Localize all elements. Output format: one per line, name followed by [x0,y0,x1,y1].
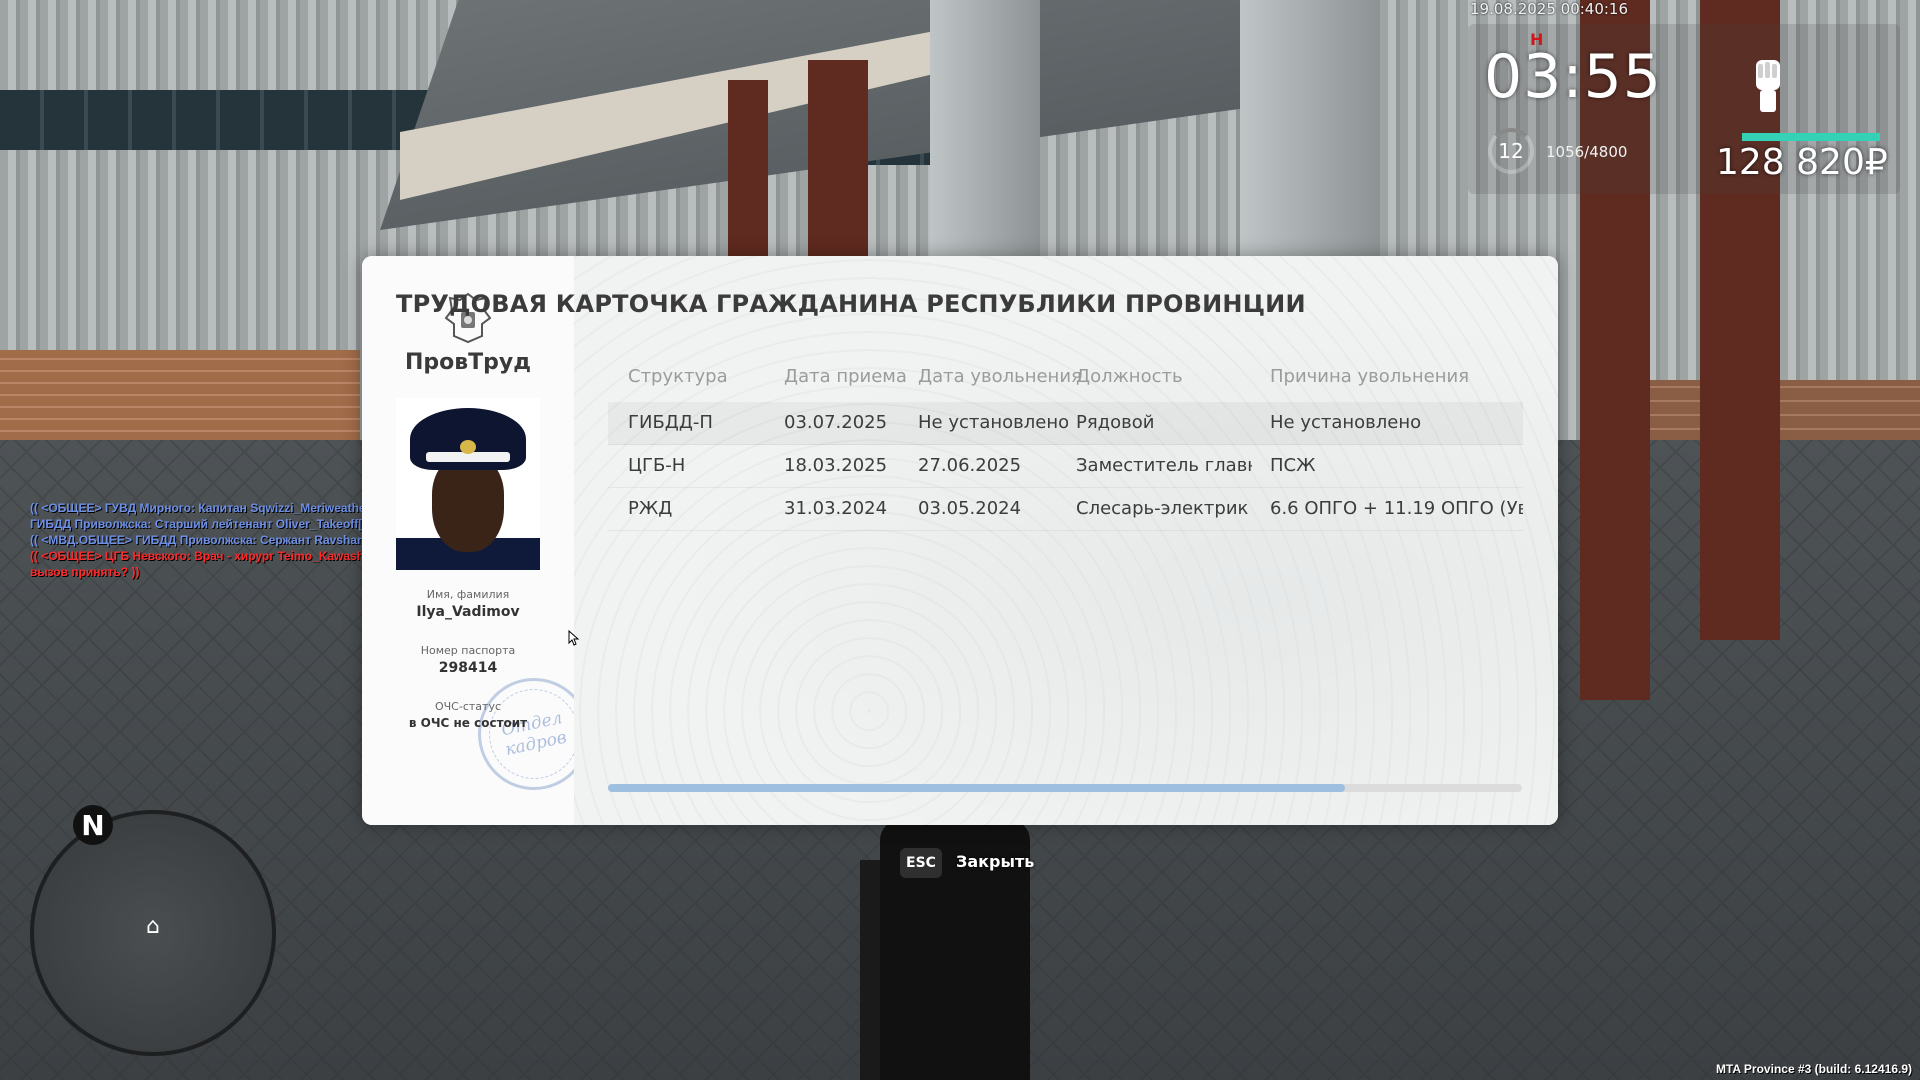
status-label: ОЧС-статус [434,700,501,713]
pillar [1240,0,1380,260]
cell-structure: ГИБДД-П [628,412,713,433]
employment-table: Структура Дата приема Дата увольнения До… [608,360,1523,531]
column-header: Структура [628,366,728,387]
cell-reason: 6.6 ОПГО + 11.19 ОПГО (Ув [1270,498,1523,519]
radar-north-indicator: N [73,805,113,845]
cell-dismiss-date: 27.06.2025 [918,455,1022,476]
table-header: Структура Дата приема Дата увольнения До… [608,360,1523,402]
level-value: 12 [1498,139,1524,163]
hud-money: 128 820₽ [1716,142,1888,183]
name-label: Имя, фамилия [426,588,510,601]
pillar [728,80,768,260]
cell-position: Слесарь-электрик [1076,498,1249,519]
cell-dismiss-date: Не установлено [918,412,1068,433]
column-header: Должность [1076,366,1183,387]
build-info: MTA Province #3 (build: 6.12416.9) [1715,1062,1912,1076]
citizen-photo [396,398,540,570]
table-row[interactable]: РЖД 31.03.2024 03.05.2024 Слесарь-электр… [608,488,1523,531]
cell-reason: Не установлено [1270,412,1422,433]
status-value: в ОЧС не состоит [408,716,528,730]
card-sidebar: ПровТруд Имя, фамилия Ilya_Vadimov Номер… [362,256,601,825]
player-arrow-icon: ⌂ [146,914,160,939]
org-name: ПровТруд [404,350,532,375]
cell-dismiss-date: 03.05.2024 [918,498,1022,519]
horizontal-scrollbar[interactable] [608,784,1522,792]
esc-key-badge[interactable]: ESC [900,848,942,878]
xp-counter: 1056/4800 [1546,143,1628,161]
cell-structure: РЖД [628,498,673,519]
fist-icon [1756,60,1780,112]
cell-hire-date: 03.07.2025 [784,412,888,433]
photo-cap-badge [460,440,476,454]
table-row[interactable]: ГИБДД-П 03.07.2025 Не установлено Рядово… [608,402,1523,445]
column-header: Дата увольнения [918,366,1082,387]
passport-label: Номер паспорта [420,644,516,657]
cell-reason: ПСЖ [1270,455,1316,476]
name-value: Ilya_Vadimov [416,604,520,620]
card-content [574,256,1558,825]
card-title: ТРУДОВАЯ КАРТОЧКА ГРАЖДАНИНА РЕСПУБЛИКИ … [396,290,1306,318]
scrollbar-thumb[interactable] [608,784,1345,792]
health-bar [1742,133,1880,141]
cell-structure: ЦГБ-Н [628,455,686,476]
hud-datetime: 19.08.2025 00:40:16 [1470,0,1629,18]
cell-position: Рядовой [1076,412,1155,433]
level-ring: 12 [1488,128,1534,174]
pillar [930,0,1040,260]
mouse-cursor-icon [568,630,580,646]
pillar [808,60,868,260]
cell-position: Заместитель главного [1076,455,1252,476]
cell-hire-date: 18.03.2025 [784,455,888,476]
employment-card-modal: ПровТруд Имя, фамилия Ilya_Vadimov Номер… [362,256,1558,825]
close-button[interactable]: Закрыть [956,852,1034,871]
column-header: Дата приема [784,366,907,387]
cell-hire-date: 31.03.2024 [784,498,888,519]
column-header: Причина увольнения [1270,366,1470,387]
passport-value: 298414 [438,660,498,676]
hud-clock: 03:55 [1484,42,1662,112]
table-row[interactable]: ЦГБ-Н 18.03.2025 27.06.2025 Заместитель … [608,445,1523,488]
photo-face [432,456,504,552]
